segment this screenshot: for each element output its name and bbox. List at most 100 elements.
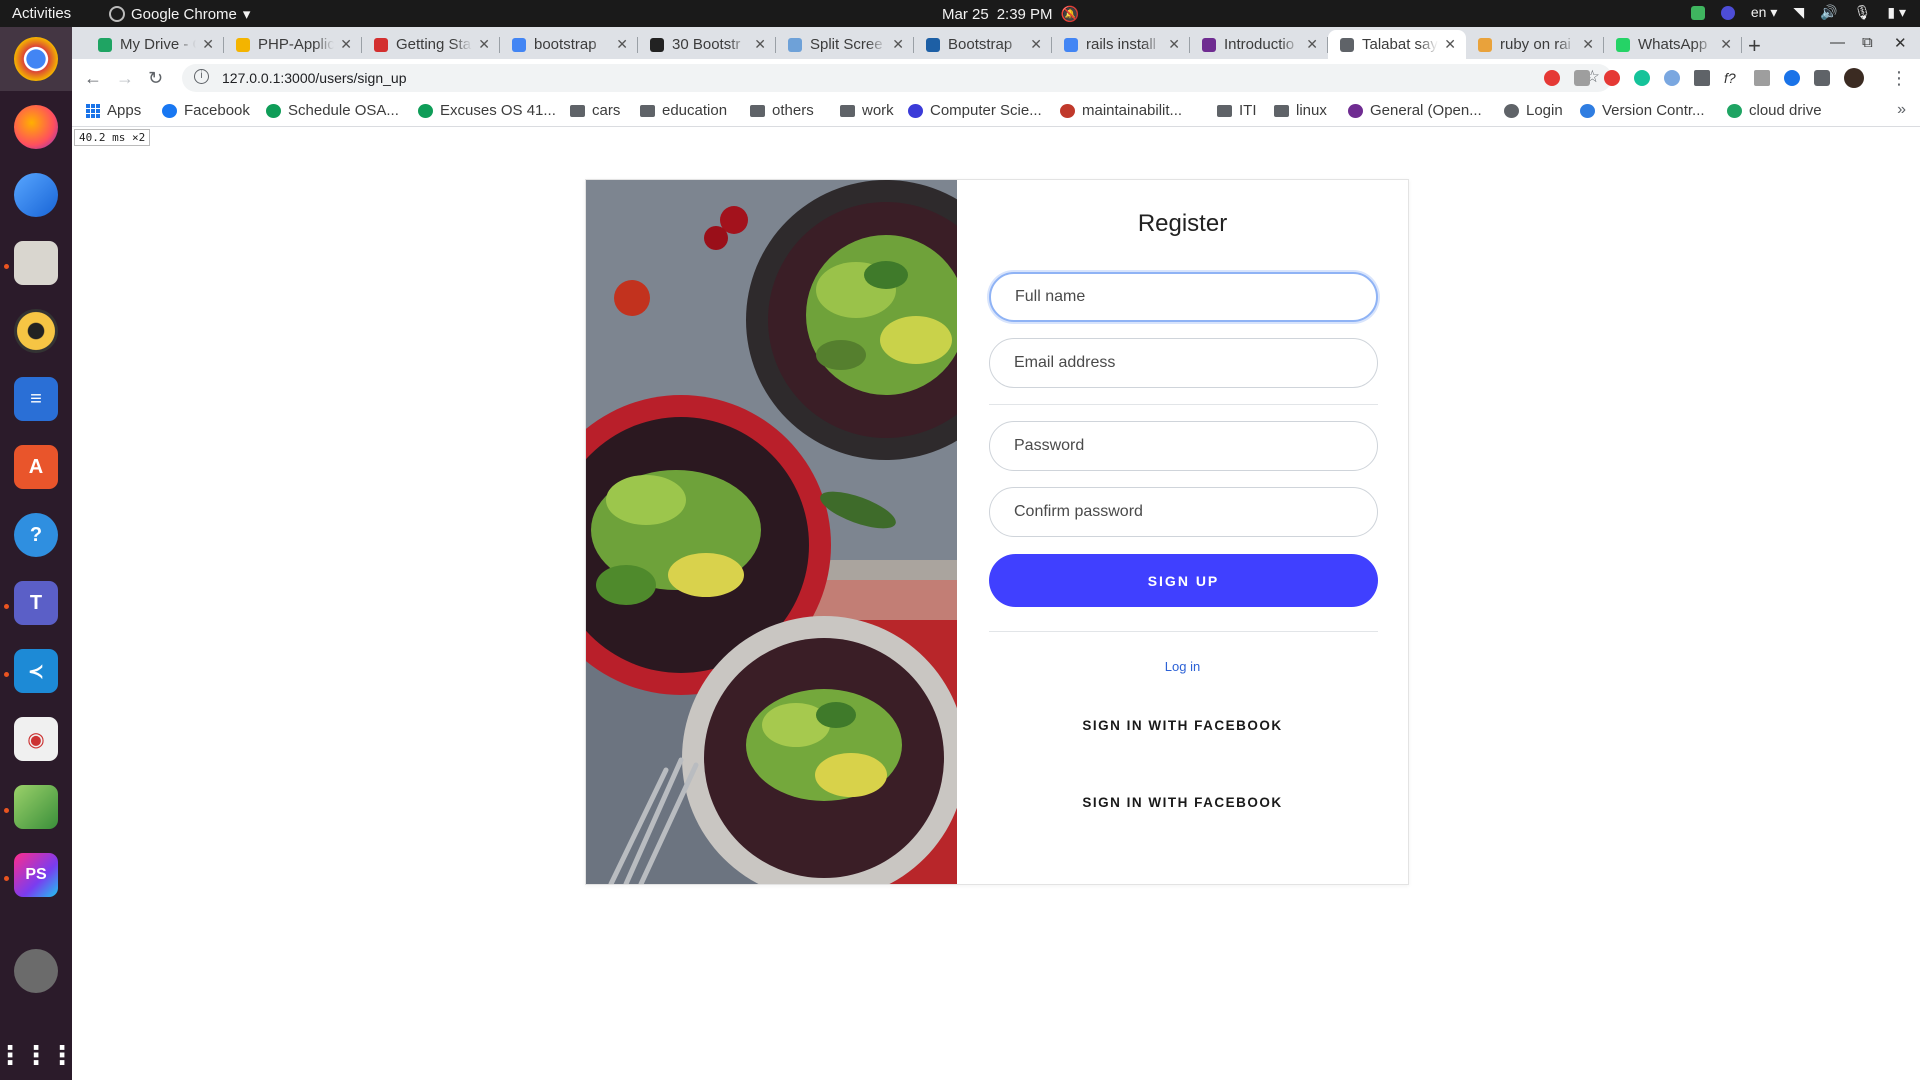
close-tab-icon[interactable]: ✕ (202, 36, 214, 53)
clock[interactable]: Mar 25 2:39 PM 🔕 (942, 5, 1079, 24)
tab-4[interactable]: bootstrap ✕ (500, 30, 638, 59)
tab-6[interactable]: Split Scree ✕ (776, 30, 914, 59)
menu-kebab-icon[interactable]: ⋮ (1890, 68, 1908, 89)
record-extension-icon[interactable] (1604, 70, 1620, 86)
tab-2[interactable]: PHP-Applic ✕ (224, 30, 362, 59)
close-tab-icon[interactable]: ✕ (616, 36, 628, 53)
close-tab-icon[interactable]: ✕ (1030, 36, 1042, 53)
bookmark-9[interactable]: Computer Scie... (908, 102, 1042, 119)
activities-button[interactable]: Activities (12, 5, 71, 22)
chrome-icon[interactable] (14, 37, 58, 81)
volume-icon[interactable]: 🔊 (1820, 4, 1837, 21)
tab-10[interactable]: Talabat say ✕ (1328, 30, 1466, 59)
tab-favicon-icon (1202, 37, 1216, 52)
bookmark-16[interactable]: cloud drive (1727, 102, 1822, 119)
password-field[interactable] (989, 421, 1378, 471)
back-icon[interactable]: ← (84, 68, 102, 89)
url-text[interactable]: 127.0.0.1:3000/users/sign_up (222, 70, 406, 86)
tab-3[interactable]: Getting Sta ✕ (362, 30, 500, 59)
files-icon[interactable] (14, 241, 58, 285)
tab-title: My Drive - G (120, 36, 197, 53)
extension-icon[interactable] (1664, 70, 1680, 86)
bookmark-12[interactable]: linux (1274, 102, 1327, 119)
close-window-button[interactable]: ✕ (1894, 34, 1907, 52)
close-tab-icon[interactable]: ✕ (892, 36, 904, 53)
log-in-link[interactable]: Log in (957, 659, 1408, 674)
help-icon[interactable]: ? (14, 513, 58, 557)
tab-11[interactable]: ruby on rai ✕ (1466, 30, 1604, 59)
extension-icon[interactable] (1784, 70, 1800, 86)
thunderbird-icon[interactable] (14, 173, 58, 217)
eyedropper-icon[interactable] (1694, 70, 1710, 86)
bookmark-6[interactable]: education (640, 102, 727, 119)
close-tab-icon[interactable]: ✕ (1168, 36, 1180, 53)
close-tab-icon[interactable]: ✕ (340, 36, 352, 53)
close-tab-icon[interactable]: ✕ (1444, 36, 1456, 53)
bookmark-10[interactable]: maintainabilit... (1060, 102, 1182, 119)
bookmark-3[interactable]: Schedule OSA... (266, 102, 399, 119)
extension-tray-icon[interactable] (1720, 5, 1735, 20)
new-tab-button[interactable]: + (1748, 33, 1761, 59)
close-tab-icon[interactable]: ✕ (1720, 36, 1732, 53)
tab-12[interactable]: WhatsApp ✕ (1604, 30, 1742, 59)
microphone-icon[interactable]: 🎙 (1854, 4, 1872, 21)
image-editor-icon[interactable] (14, 785, 58, 829)
extensions-puzzle-icon[interactable] (1814, 70, 1830, 86)
teams-icon[interactable]: T (14, 581, 58, 625)
confirm-password-field[interactable] (989, 487, 1378, 537)
phpstorm-icon[interactable]: PS (14, 853, 58, 897)
profile-avatar[interactable] (1844, 68, 1864, 88)
minimize-button[interactable]: — (1830, 34, 1845, 51)
vscode-icon[interactable]: ≺ (14, 649, 58, 693)
tab-title: bootstrap (534, 36, 597, 53)
tab-1[interactable]: My Drive - G ✕ (86, 30, 224, 59)
system-tray[interactable]: en ▾ ◥ 🔊 🎙 ▮ ▾ (1690, 4, 1906, 21)
writer-icon[interactable]: ≡ (14, 377, 58, 421)
bookmark-8[interactable]: work (840, 102, 894, 119)
bookmark-15[interactable]: Version Contr... (1580, 102, 1705, 119)
battery-icon[interactable]: ▮ ▾ (1887, 4, 1906, 21)
language-indicator[interactable]: en ▾ (1751, 4, 1778, 21)
bookmark-4[interactable]: Excuses OS 41... (418, 102, 556, 119)
more-bookmarks-icon[interactable]: » (1897, 101, 1906, 119)
facebook-sign-in-button-2[interactable]: SIGN IN WITH FACEBOOK (957, 795, 1408, 810)
full-name-field[interactable] (989, 272, 1378, 322)
bookmark-1[interactable]: Apps (86, 102, 141, 119)
close-tab-icon[interactable]: ✕ (1582, 36, 1594, 53)
app-menu[interactable]: Google Chrome ▾ (109, 5, 250, 23)
reload-icon[interactable]: ↻ (148, 68, 163, 89)
forward-icon[interactable]: → (116, 68, 134, 89)
bookmark-11[interactable]: ITI (1217, 102, 1257, 119)
tab-8[interactable]: rails install ✕ (1052, 30, 1190, 59)
font-finder-icon[interactable]: f? (1724, 70, 1740, 86)
wifi-icon[interactable]: ◥ (1793, 4, 1804, 21)
tab-9[interactable]: Introductio ✕ (1190, 30, 1328, 59)
bookmark-2[interactable]: Facebook (162, 102, 250, 119)
restore-button[interactable]: ⧉ (1862, 34, 1873, 51)
bookmark-14[interactable]: Login (1504, 102, 1563, 119)
show-applications-icon[interactable]: ⋮⋮⋮ (0, 1033, 75, 1077)
document-viewer-icon[interactable]: ◉ (14, 717, 58, 761)
email-field[interactable] (989, 338, 1378, 388)
extension-icon[interactable] (1574, 70, 1590, 86)
site-info-icon[interactable]: i (194, 69, 209, 84)
tab-7[interactable]: Bootstrap ✕ (914, 30, 1052, 59)
facebook-sign-in-button[interactable]: SIGN IN WITH FACEBOOK (957, 718, 1408, 733)
tab-5[interactable]: 30 Bootstr ✕ (638, 30, 776, 59)
app-store-icon[interactable]: A (14, 445, 58, 489)
disk-icon[interactable] (14, 949, 58, 993)
shield-icon[interactable] (1690, 5, 1705, 20)
vue-devtools-icon[interactable] (1754, 70, 1770, 86)
adblock-icon[interactable] (1544, 70, 1560, 86)
rhythmbox-icon[interactable] (14, 309, 58, 353)
bookmark-7[interactable]: others (750, 102, 814, 119)
close-tab-icon[interactable]: ✕ (478, 36, 490, 53)
close-tab-icon[interactable]: ✕ (754, 36, 766, 53)
bookmark-5[interactable]: cars (570, 102, 620, 119)
close-tab-icon[interactable]: ✕ (1306, 36, 1318, 53)
sign-up-button[interactable]: SIGN UP (989, 554, 1378, 607)
firefox-icon[interactable] (14, 105, 58, 149)
address-bar[interactable]: i 127.0.0.1:3000/users/sign_up ☆ (182, 64, 1612, 92)
bookmark-13[interactable]: General (Open... (1348, 102, 1482, 119)
grammarly-icon[interactable] (1634, 70, 1650, 86)
